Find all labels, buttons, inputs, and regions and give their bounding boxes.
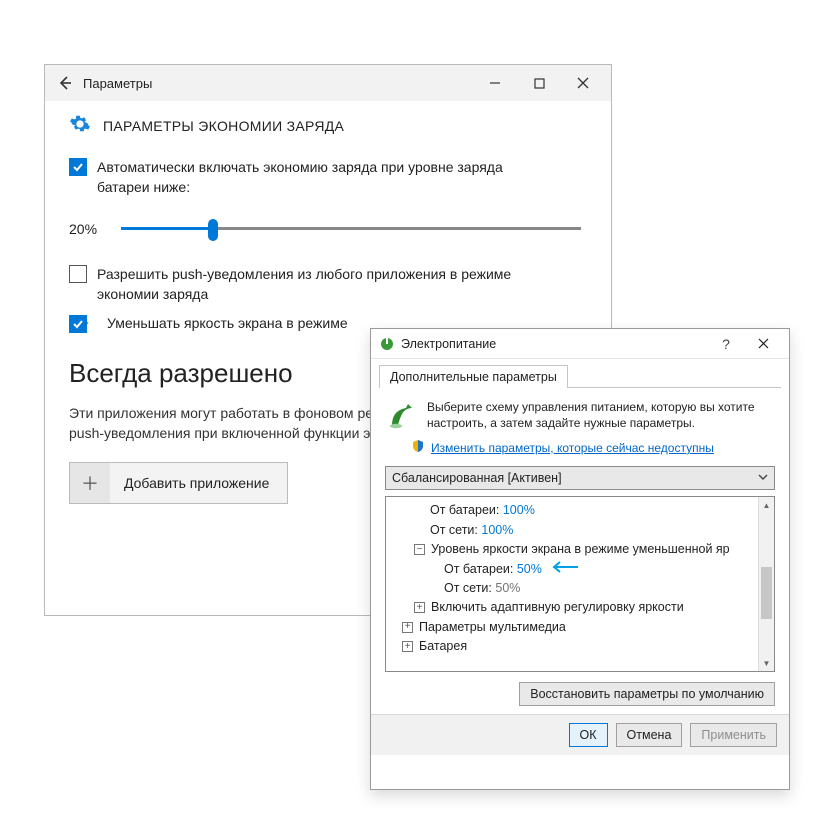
slider-fill (121, 227, 213, 230)
power-titlebar: Электропитание ? (371, 329, 789, 359)
push-notifications-label: Разрешить push-уведомления из любого при… (97, 265, 527, 304)
scroll-up-icon[interactable]: ▲ (759, 497, 774, 513)
tree-row-battery-1[interactable]: От батареи: 100% (390, 501, 770, 520)
tree-row-multimedia[interactable]: + Параметры мультимедиа (390, 618, 770, 637)
scroll-down-icon[interactable]: ▼ (759, 655, 774, 671)
tree-row-ac-2[interactable]: От сети: 50% (390, 579, 770, 598)
lower-brightness-checkbox[interactable] (69, 315, 87, 333)
battery-icon (385, 399, 417, 431)
arrow-left-icon (57, 75, 73, 91)
restore-defaults-button[interactable]: Восстановить параметры по умолчанию (519, 682, 775, 706)
pointer-arrow-icon (548, 560, 578, 579)
close-button[interactable] (561, 69, 605, 97)
power-footer: ОК Отмена Применить (371, 714, 789, 755)
tree-row-battery-group[interactable]: + Батарея (390, 637, 770, 656)
page-title: ПАРАМЕТРЫ ЭКОНОМИИ ЗАРЯДА (103, 118, 344, 134)
auto-battery-saver-label: Автоматически включать экономию заряда п… (97, 158, 517, 197)
minimize-button[interactable] (473, 69, 517, 97)
power-tabbar: Дополнительные параметры (371, 359, 789, 388)
tab-advanced[interactable]: Дополнительные параметры (379, 365, 568, 388)
change-unavailable-link[interactable]: Изменить параметры, которые сейчас недос… (431, 441, 714, 455)
tree-row-brightness-level[interactable]: − Уровень яркости экрана в режиме уменьш… (390, 540, 770, 559)
power-title: Электропитание (401, 337, 709, 351)
add-app-label: Добавить приложение (124, 475, 287, 491)
close-icon (577, 77, 589, 89)
check-icon (72, 318, 84, 330)
power-plan-icon (379, 336, 395, 352)
cancel-button[interactable]: Отмена (616, 723, 683, 747)
check-icon (72, 161, 84, 173)
power-tree: От батареи: 100% От сети: 100% − Уровень… (385, 496, 775, 672)
chevron-down-icon (758, 471, 768, 485)
apply-button[interactable]: Применить (690, 723, 777, 747)
shield-icon (411, 439, 425, 456)
close-icon (758, 338, 769, 349)
threshold-value: 20% (69, 221, 103, 237)
slider-thumb[interactable] (208, 219, 218, 241)
expand-icon[interactable]: + (402, 622, 413, 633)
power-content: Выберите схему управления питанием, кото… (371, 389, 789, 714)
maximize-icon (534, 78, 545, 89)
back-button[interactable] (55, 73, 75, 93)
power-plan-select[interactable]: Сбалансированная [Активен] (385, 466, 775, 490)
scroll-thumb[interactable] (761, 567, 772, 619)
power-close-button[interactable] (743, 336, 783, 352)
threshold-slider[interactable] (121, 217, 581, 241)
tree-row-ac-1[interactable]: От сети: 100% (390, 521, 770, 540)
auto-battery-saver-checkbox[interactable] (69, 158, 87, 176)
add-app-button[interactable]: ＋ Добавить приложение (69, 462, 288, 504)
tree-row-battery-2[interactable]: От батареи: 50% (390, 560, 770, 579)
tree-scrollbar[interactable]: ▲ ▼ (758, 497, 774, 671)
gear-icon (69, 113, 91, 138)
lower-brightness-label: Уменьшать яркость экрана в режиме (107, 314, 348, 334)
collapse-icon[interactable]: − (414, 544, 425, 555)
settings-titlebar: Параметры (45, 65, 611, 101)
minimize-icon (489, 77, 501, 89)
tree-row-adaptive-brightness[interactable]: + Включить адаптивную регулировку яркост… (390, 598, 770, 617)
expand-icon[interactable]: + (402, 641, 413, 652)
power-plan-selected: Сбалансированная [Активен] (392, 471, 562, 485)
power-options-dialog: Электропитание ? Дополнительные параметр… (370, 328, 790, 790)
plus-icon: ＋ (70, 463, 110, 503)
help-button[interactable]: ? (709, 336, 743, 352)
maximize-button[interactable] (517, 69, 561, 97)
push-notifications-checkbox[interactable] (69, 265, 87, 283)
window-title: Параметры (83, 76, 473, 91)
expand-icon[interactable]: + (414, 602, 425, 613)
ok-button[interactable]: ОК (569, 723, 608, 747)
power-hint: Выберите схему управления питанием, кото… (427, 399, 775, 431)
